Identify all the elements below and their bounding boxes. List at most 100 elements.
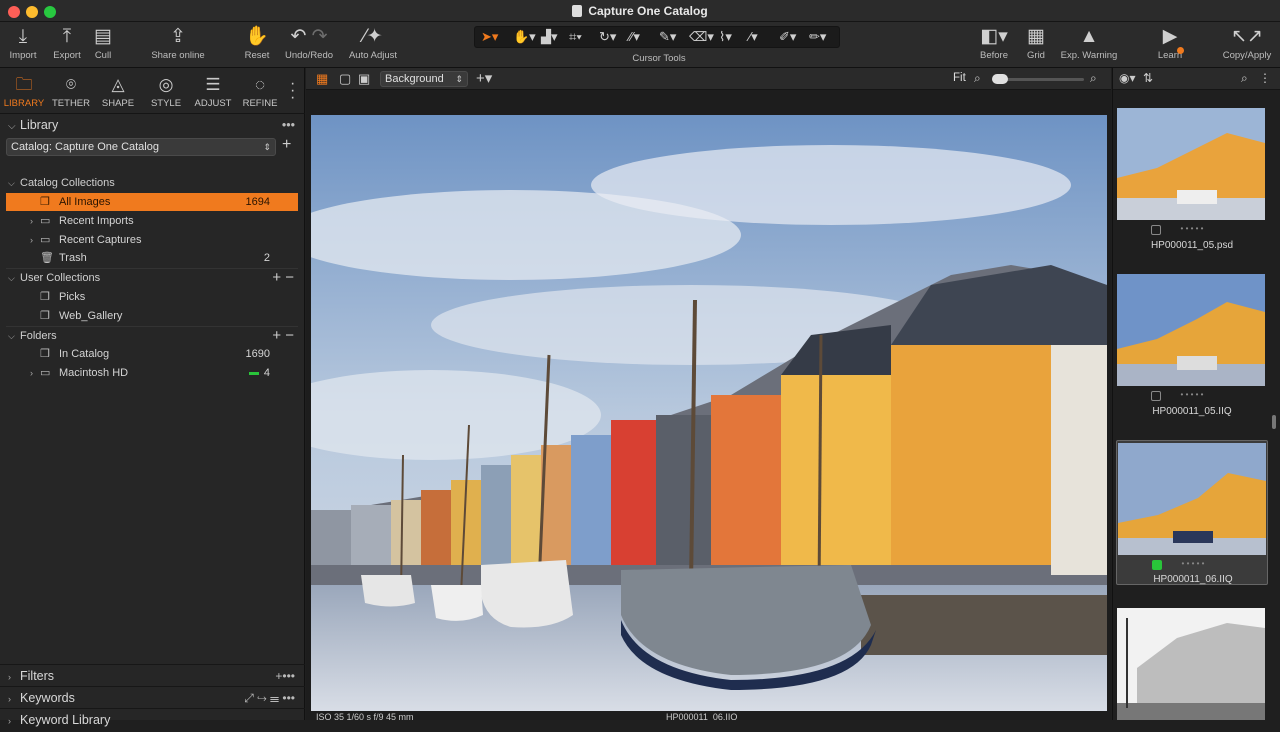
folder-macintosh-hd[interactable]: › ▭ Macintosh HD 4 xyxy=(6,364,298,382)
main-photo[interactable] xyxy=(311,115,1107,711)
chevron-right-icon[interactable]: › xyxy=(30,364,33,382)
chevron-down-icon: ⌵ xyxy=(8,331,15,341)
zoom-slider-knob[interactable] xyxy=(992,74,1008,84)
viewer-status-bar: ISO 35 1/60 s f/9 45 mm HP000011_06.IIQ xyxy=(316,712,738,720)
magic-wand-icon: ⁄✦ xyxy=(363,26,383,47)
more-options-icon[interactable]: ••• xyxy=(282,114,295,136)
chevron-right-icon[interactable]: › xyxy=(30,231,33,249)
loupe-cursor-icon[interactable]: ▟▾ xyxy=(541,29,558,45)
thumbnail-image xyxy=(1117,108,1265,220)
zoom-out-icon[interactable]: ⌕ xyxy=(974,71,981,86)
thumbnail-meta: • • • • • xyxy=(1116,224,1268,238)
thumbnail-selected[interactable]: • • • • • HP000011_06.IIQ xyxy=(1116,440,1268,585)
folders-group[interactable]: ⌵ Folders + − xyxy=(8,327,298,345)
tab-library[interactable]: 🗀 LIBRARY xyxy=(0,72,48,109)
exposure-warning-button[interactable]: ▲ Exp. Warning xyxy=(1058,24,1120,61)
keywords-section-header[interactable]: › Keywords ⤢ ↪ ☰ ••• xyxy=(0,686,305,708)
undo-redo-button[interactable]: ↶ ↷ Undo/Redo xyxy=(282,24,336,61)
chevron-down-icon: ⌵ xyxy=(8,121,16,132)
catalog-collections-group[interactable]: ⌵ Catalog Collections xyxy=(8,174,298,192)
learn-button[interactable]: ▶ Learn xyxy=(1154,24,1186,61)
cull-icon: ▤ xyxy=(94,26,112,47)
reset-button[interactable]: ✋ Reset xyxy=(240,24,274,61)
cull-button[interactable]: ▤ Cull xyxy=(90,24,116,61)
heal-cursor-icon[interactable]: ✐▾ xyxy=(779,29,796,45)
add-catalog-button[interactable]: + xyxy=(282,136,291,154)
collection-picks[interactable]: ❐ Picks xyxy=(6,288,298,306)
zoom-fit-label[interactable]: Fit xyxy=(953,72,966,84)
album-icon: ❐ xyxy=(40,310,50,322)
left-tool-panel: 🗀 LIBRARY ⌾ TETHER ◬ SHAPE ◎ STYLE ☰ ADJUST ◌… xyxy=(0,68,305,727)
grid-button[interactable]: ▦ Grid xyxy=(1022,24,1050,61)
auto-adjust-button[interactable]: ⁄✦ Auto Adjust xyxy=(344,24,402,61)
search-icon[interactable]: ⌕ xyxy=(1241,71,1248,86)
thumbnail[interactable] xyxy=(1116,608,1268,720)
checkbox[interactable] xyxy=(1151,225,1161,235)
eraser-cursor-icon[interactable]: ⌫▾ xyxy=(689,29,714,45)
picker-cursor-icon[interactable]: ⁄▾ xyxy=(749,29,758,45)
compare-view-icon[interactable]: ▣ xyxy=(358,71,370,87)
single-view-icon[interactable]: ▢ xyxy=(339,71,351,87)
user-collections-group[interactable]: ⌵ User Collections + − xyxy=(8,269,298,287)
add-layer-button[interactable]: +▾ xyxy=(476,69,492,87)
export-button[interactable]: ⤒ Export xyxy=(48,24,86,61)
updown-arrow-icon: ⇕ xyxy=(455,74,463,84)
thumbnail[interactable]: • • • • • HP000011_05.IIQ xyxy=(1116,274,1268,424)
folder-in-catalog[interactable]: ❒ In Catalog 1690 xyxy=(6,345,298,363)
catalog-select[interactable]: Catalog: Capture One Catalog ⇕ xyxy=(6,138,276,156)
collection-recent-imports[interactable]: › ▭ Recent Imports xyxy=(6,212,298,230)
viewer-toolbar: ▦ ▢ ▣ Background ⇕ +▾ Fit ⌕ ⌕ xyxy=(306,68,1111,90)
collection-recent-captures[interactable]: › ▭ Recent Captures xyxy=(6,231,298,249)
collection-all-images[interactable]: ❐ All Images 1694 xyxy=(6,193,298,211)
collection-web-gallery[interactable]: ❐ Web_Gallery xyxy=(6,307,298,325)
chevron-right-icon[interactable]: › xyxy=(30,212,33,230)
copy-apply-icon: ↖↗ xyxy=(1231,26,1263,47)
book-icon: ❒ xyxy=(40,348,50,360)
eye-icon[interactable]: ◉▾ xyxy=(1119,71,1136,85)
keyword-tools-icon[interactable]: ⤢ ↪ ☰ ••• xyxy=(244,687,295,709)
tab-tether[interactable]: ⌾ TETHER xyxy=(47,72,95,109)
copy-apply-button[interactable]: ↖↗ Copy/Apply xyxy=(1218,24,1276,61)
tab-refine[interactable]: ◌ REFINE xyxy=(236,72,284,109)
library-section-header[interactable]: ⌵ Library ••• xyxy=(0,114,305,136)
zoom-in-icon[interactable]: ⌕ xyxy=(1090,71,1097,86)
folder-icon: ▭ xyxy=(40,215,51,227)
thumbnail[interactable]: • • • • • HP000011_05.psd xyxy=(1116,108,1268,258)
gradient-cursor-icon[interactable]: ⌇▾ xyxy=(719,29,732,45)
multi-view-icon[interactable]: ▦ xyxy=(316,71,328,87)
sort-icon[interactable]: ⇅ xyxy=(1143,71,1153,85)
keyword-library-section-header[interactable]: › Keyword Library xyxy=(0,708,305,730)
browser-scrollbar[interactable] xyxy=(1272,415,1276,429)
keystone-cursor-icon[interactable]: ⁄⁄▾ xyxy=(629,29,640,45)
chevron-right-icon: › xyxy=(8,694,11,704)
brush-cursor-icon[interactable]: ✎▾ xyxy=(659,29,676,45)
collection-trash[interactable]: 🗑 Trash 2 xyxy=(6,249,298,267)
rotate-cursor-icon[interactable]: ↻▾ xyxy=(599,29,616,45)
thumbnail-image xyxy=(1117,608,1265,720)
layer-select[interactable]: Background ⇕ xyxy=(380,71,468,87)
add-remove-icon[interactable]: + − xyxy=(272,327,294,345)
more-tabs-icon[interactable]: · · · xyxy=(290,76,295,106)
import-button[interactable]: ⤓ Import xyxy=(6,24,40,61)
color-tag-checkbox[interactable] xyxy=(1152,560,1162,570)
tab-shape[interactable]: ◬ SHAPE xyxy=(94,72,142,109)
crop-cursor-icon[interactable]: ⌗▾ xyxy=(569,29,582,45)
annotate-cursor-icon[interactable]: ✏▾ xyxy=(809,29,826,45)
hand-reset-icon: ✋ xyxy=(245,26,269,47)
filters-section-header[interactable]: › Filters +••• xyxy=(0,664,305,686)
share-online-button[interactable]: ⇪ Share online xyxy=(146,24,210,61)
zoom-slider[interactable] xyxy=(992,74,1084,84)
tab-adjust[interactable]: ☰ ADJUST xyxy=(189,72,237,109)
add-remove-icon[interactable]: + − xyxy=(272,269,294,287)
select-cursor-icon[interactable]: ➤▾ xyxy=(481,29,498,45)
tool-tabs: 🗀 LIBRARY ⌾ TETHER ◬ SHAPE ◎ STYLE ☰ ADJUST ◌… xyxy=(0,68,305,114)
title-bar: Capture One Catalog xyxy=(0,0,1280,22)
add-more-icon[interactable]: +••• xyxy=(275,665,295,687)
more-options-icon[interactable]: ⋮ xyxy=(1259,71,1271,85)
pan-cursor-icon[interactable]: ✋▾ xyxy=(513,29,536,45)
checkbox[interactable] xyxy=(1151,391,1161,401)
import-icon: ⤓ xyxy=(18,26,28,47)
tab-style[interactable]: ◎ STYLE xyxy=(142,72,190,109)
main-toolbar: ⤓ Import ⤒ Export ▤ Cull ⇪ Share online ✋ Res… xyxy=(0,22,1280,68)
before-button[interactable]: ◧▾ Before xyxy=(974,24,1014,61)
